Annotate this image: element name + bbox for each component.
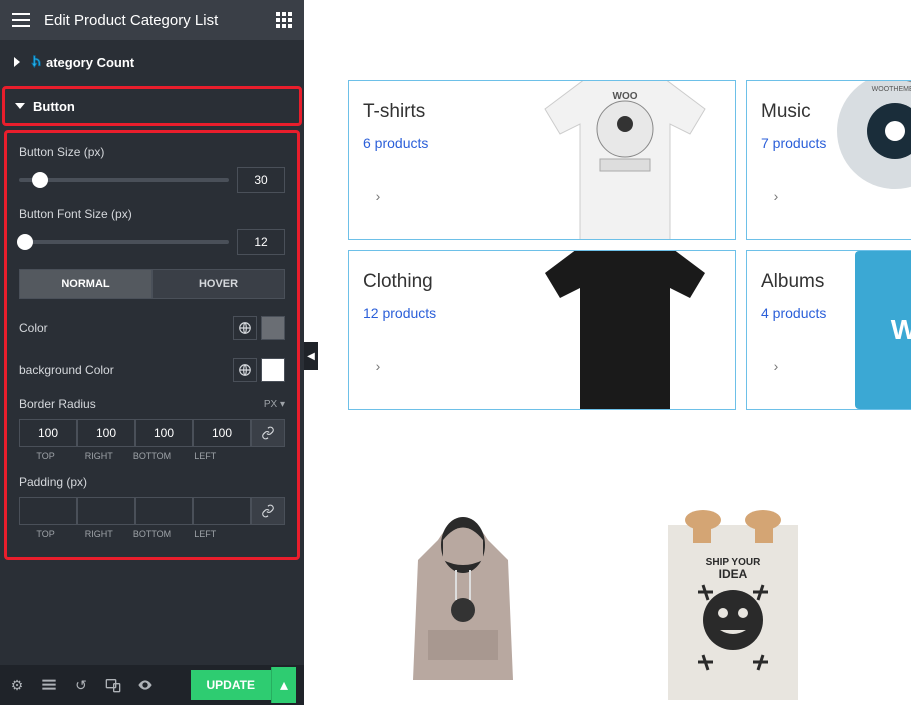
lbl-left: LEFT xyxy=(179,451,232,461)
button-font-size-slider[interactable] xyxy=(19,240,229,244)
topbar: Edit Product Category List xyxy=(0,0,304,40)
update-button-group: UPDATE ▴ xyxy=(191,667,296,703)
black-tshirt-image xyxy=(525,250,725,410)
category-card-clothing[interactable]: Clothing 12 products › xyxy=(348,250,736,410)
category-card-music[interactable]: Music 7 products › WOOTHEMES xyxy=(746,80,911,240)
albums-image: W xyxy=(855,251,911,409)
preview-area: T-shirts 6 products › WOO Music 7 produc… xyxy=(304,0,911,705)
border-radius-bottom[interactable] xyxy=(135,419,193,447)
chevron-down-icon xyxy=(15,103,25,109)
button-size-slider[interactable] xyxy=(19,178,229,182)
link-values-icon[interactable] xyxy=(251,419,285,447)
color-label: Color xyxy=(19,321,48,335)
padding-left[interactable] xyxy=(193,497,251,525)
section-label: ategory Count xyxy=(46,55,134,70)
lbl-right: RIGHT xyxy=(72,451,125,461)
lbl-bottom: BOTTOM xyxy=(125,451,178,461)
button-size-input[interactable] xyxy=(237,167,285,193)
button-font-size-field: Button Font Size (px) xyxy=(19,207,285,255)
menu-icon[interactable] xyxy=(12,13,30,27)
card-title: T-shirts xyxy=(363,101,428,123)
padding-right[interactable] xyxy=(77,497,135,525)
tab-hover[interactable]: HOVER xyxy=(152,269,285,299)
preview-icon[interactable] xyxy=(136,676,154,694)
navigator-icon[interactable] xyxy=(40,676,58,694)
state-tabs: NORMAL HOVER xyxy=(19,269,285,299)
card-count: 7 products xyxy=(761,135,826,151)
border-radius-left[interactable] xyxy=(193,419,251,447)
tab-normal[interactable]: NORMAL xyxy=(19,269,152,299)
card-title: Clothing xyxy=(363,271,436,293)
settings-icon[interactable]: ⚙ xyxy=(8,676,26,694)
category-card-albums[interactable]: Albums 4 products › W xyxy=(746,250,911,410)
lbl-left: LEFT xyxy=(179,529,232,539)
color-row: Color xyxy=(19,313,285,343)
card-count: 12 products xyxy=(363,305,436,321)
music-disc-image: WOOTHEMES xyxy=(835,80,911,191)
button-font-size-input[interactable] xyxy=(237,229,285,255)
lbl-top: TOP xyxy=(19,451,72,461)
link-values-icon[interactable] xyxy=(251,497,285,525)
card-arrow-button[interactable]: › xyxy=(363,351,393,381)
bottombar: ⚙ ↺ UPDATE ▴ xyxy=(0,665,304,705)
chevron-right-icon xyxy=(14,57,20,67)
page-title: Edit Product Category List xyxy=(44,12,276,29)
category-cards: T-shirts 6 products › WOO Music 7 produc… xyxy=(348,80,911,410)
tshirt-image: WOO xyxy=(525,80,725,240)
card-count: 6 products xyxy=(363,135,428,151)
slider-thumb[interactable] xyxy=(32,172,48,188)
bg-color-swatch[interactable] xyxy=(261,358,285,382)
field-label: Border Radius xyxy=(19,397,96,411)
bottom-products: SHIP YOUR IDEA xyxy=(398,510,911,705)
svg-text:IDEA: IDEA xyxy=(719,567,748,581)
card-arrow-button[interactable]: › xyxy=(761,351,791,381)
field-label: Padding (px) xyxy=(19,475,285,489)
border-radius-top[interactable] xyxy=(19,419,77,447)
update-caret[interactable]: ▴ xyxy=(271,667,296,703)
unit-label[interactable]: PX ▾ xyxy=(264,399,285,410)
bg-color-label: background Color xyxy=(19,363,114,377)
card-title: Albums xyxy=(761,271,826,293)
update-button[interactable]: UPDATE xyxy=(191,670,271,700)
global-color-icon[interactable] xyxy=(233,316,257,340)
responsive-icon[interactable] xyxy=(104,676,122,694)
padding-top[interactable] xyxy=(19,497,77,525)
bg-color-row: background Color xyxy=(19,355,285,385)
border-radius-right[interactable] xyxy=(77,419,135,447)
lbl-right: RIGHT xyxy=(72,529,125,539)
category-card-tshirts[interactable]: T-shirts 6 products › WOO xyxy=(348,80,736,240)
editor-sidebar: Edit Product Category List ategory Count… xyxy=(0,0,304,705)
global-color-icon[interactable] xyxy=(233,358,257,382)
svg-text:WOO: WOO xyxy=(613,91,638,102)
apps-icon[interactable] xyxy=(276,12,292,28)
card-arrow-button[interactable]: › xyxy=(363,181,393,211)
color-swatch[interactable] xyxy=(261,316,285,340)
field-label: Button Font Size (px) xyxy=(19,207,285,221)
section-label: Button xyxy=(33,99,75,114)
card-title: Music xyxy=(761,101,826,123)
lbl-top: TOP xyxy=(19,529,72,539)
card-count: 4 products xyxy=(761,305,826,321)
padding-bottom[interactable] xyxy=(135,497,193,525)
section-button[interactable]: Button xyxy=(2,86,302,126)
button-size-field: Button Size (px) xyxy=(19,145,285,193)
pointer-cursor-icon xyxy=(26,54,46,74)
button-panel: Button Size (px) Button Font Size (px) N… xyxy=(4,130,300,560)
field-label: Button Size (px) xyxy=(19,145,285,159)
lbl-bottom: BOTTOM xyxy=(125,529,178,539)
history-icon[interactable]: ↺ xyxy=(72,676,90,694)
card-arrow-button[interactable]: › xyxy=(761,181,791,211)
hoodie-image xyxy=(398,510,528,690)
padding-field: Padding (px) TOP RIGHT BOTTOM LEFT xyxy=(19,475,285,539)
svg-text:WOOTHEMES: WOOTHEMES xyxy=(872,86,911,93)
border-radius-field: Border Radius PX ▾ TOP RIGHT BOTTOM LEFT xyxy=(19,397,285,461)
slider-thumb[interactable] xyxy=(17,234,33,250)
poster-image: SHIP YOUR IDEA xyxy=(648,510,818,705)
